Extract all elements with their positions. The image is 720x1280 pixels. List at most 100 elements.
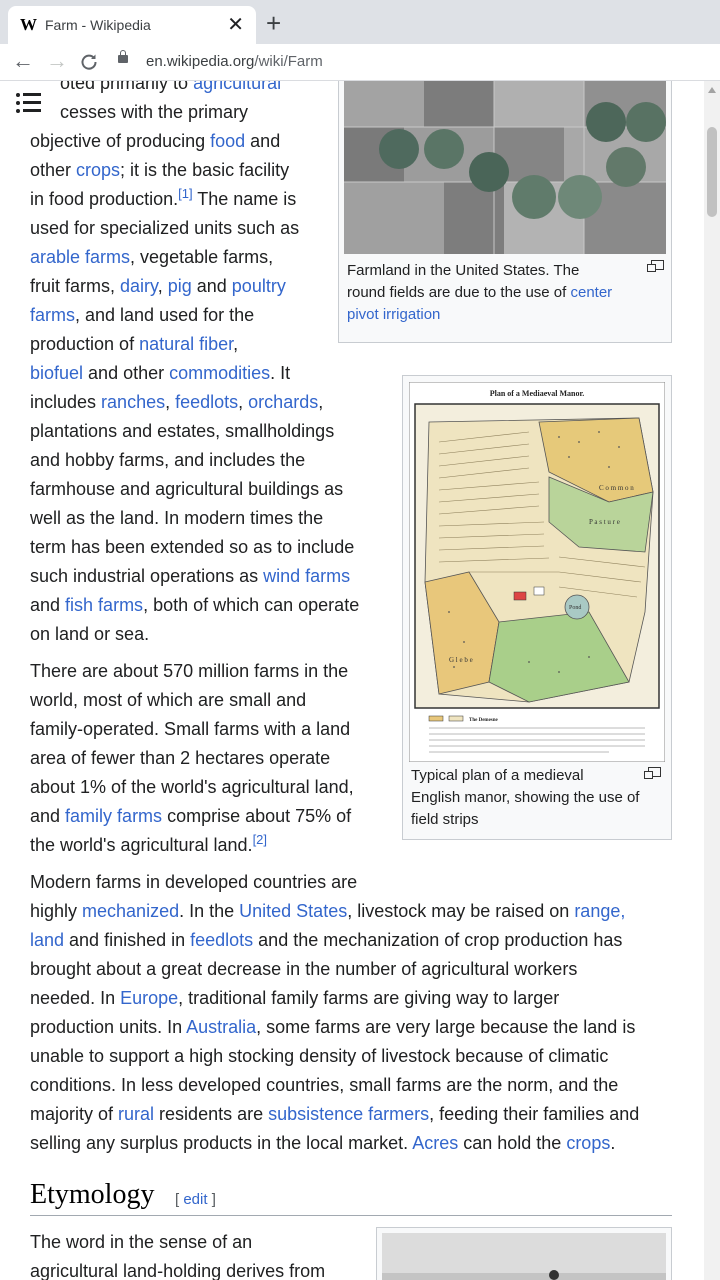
link-pig[interactable]: pig <box>168 276 192 296</box>
citation-1[interactable]: [1] <box>178 186 192 201</box>
citation-2[interactable]: [2] <box>253 832 267 847</box>
link-mechanized[interactable]: mechanized <box>82 901 179 921</box>
text-line: about 1% of the world's agricultural lan… <box>30 777 354 797</box>
link-agricultural[interactable]: agricultural <box>193 81 281 93</box>
text-line: farmhouse and agricultural buildings as <box>30 479 344 499</box>
back-icon[interactable]: ← <box>12 48 34 74</box>
text-line: agricultural land-holding derives from <box>30 1261 326 1280</box>
tab-title: Farm - Wikipedia <box>45 17 151 33</box>
text-line: includes ranches, feedlots, orchards, <box>30 392 324 412</box>
url-path: /wiki/Farm <box>254 53 323 70</box>
text-line: Modern farms in developed countries are <box>30 872 358 892</box>
manor-plan-image[interactable]: Plan of a Mediaeval Manor. C o m m o n P… <box>409 382 665 762</box>
link-center-pivot-irrigation-2[interactable]: pivot irrigation <box>347 306 440 323</box>
link-family-farms[interactable]: family farms <box>65 806 162 826</box>
page-scrollbar[interactable] <box>704 81 720 1280</box>
link-united-states[interactable]: United States <box>239 901 347 921</box>
close-tab-icon[interactable]: ✕ <box>227 12 244 37</box>
url-host: en.wikipedia.org <box>146 53 255 70</box>
text-line: production of natural fiber, <box>30 334 239 354</box>
link-dairy[interactable]: dairy <box>120 276 158 296</box>
text-line: There are about 570 million farms in the <box>30 661 349 681</box>
svg-text:Plan of a Mediaeval Manor.: Plan of a Mediaeval Manor. <box>490 389 585 398</box>
text-line: fruit farms, dairy, pig and poultry <box>30 276 286 296</box>
enlarge-icon[interactable] <box>644 767 661 779</box>
new-tab-button[interactable]: + <box>266 8 281 39</box>
scrollbar-thumb[interactable] <box>707 127 717 217</box>
link-subsistence-farmers[interactable]: subsistence farmers <box>268 1104 429 1124</box>
link-range-land-2[interactable]: land <box>30 930 64 950</box>
text-line: needed. In Europe, traditional family fa… <box>30 988 560 1008</box>
text-line: land and finished in feedlots and the me… <box>30 930 623 950</box>
text-line: the world's agricultural land.[2] <box>30 832 268 855</box>
etymology-photo-image[interactable] <box>382 1233 666 1280</box>
link-crops[interactable]: crops <box>76 160 120 180</box>
text-line: selling any surplus products in the loca… <box>30 1133 616 1153</box>
text-line: biofuel and other commodities. It <box>30 363 291 383</box>
farmland-aerial-image[interactable] <box>344 81 666 254</box>
svg-text:P a s t u r e: P a s t u r e <box>589 518 620 526</box>
edit-section-link: [ edit ] <box>175 1191 216 1208</box>
link-arable-farms[interactable]: arable farms <box>30 247 130 267</box>
text-line: area of fewer than 2 hectares operate <box>30 748 331 768</box>
link-ranches[interactable]: ranches <box>101 392 165 412</box>
tab-bar: W Farm - Wikipedia ✕ + <box>0 0 720 44</box>
forward-icon[interactable]: → <box>46 48 68 74</box>
link-rural[interactable]: rural <box>118 1104 154 1124</box>
text-line: cesses with the primary <box>60 102 249 122</box>
text-line: on land or sea. <box>30 624 150 644</box>
text-line: and hobby farms, and includes the <box>30 450 306 470</box>
text-line: objective of producing food and <box>30 131 281 151</box>
table-of-contents-icon[interactable] <box>16 91 42 115</box>
link-center-pivot-irrigation[interactable]: center <box>570 284 612 301</box>
link-poultry-farms-2[interactable]: farms <box>30 305 75 325</box>
text-line: well as the land. In modern times the <box>30 508 324 528</box>
figure-caption: Farmland in the United States. The round… <box>347 262 613 323</box>
figure-caption: Typical plan of a medieval English manor… <box>411 767 640 828</box>
link-acres[interactable]: Acres <box>412 1133 458 1153</box>
text-line: and family farms comprise about 75% of <box>30 806 352 826</box>
text-line: farms, and land used for the <box>30 305 255 325</box>
link-crops-2[interactable]: crops <box>566 1133 610 1153</box>
reload-icon[interactable] <box>80 53 98 71</box>
link-biofuel[interactable]: biofuel <box>30 363 83 383</box>
text-line: world, most of which are small and <box>30 690 307 710</box>
text-line: other crops; it is the basic facility <box>30 160 290 180</box>
link-food[interactable]: food <box>210 131 245 151</box>
link-natural-fiber[interactable]: natural fiber <box>139 334 233 354</box>
enlarge-icon[interactable] <box>647 260 664 272</box>
svg-text:C o m m o n: C o m m o n <box>599 484 634 492</box>
text-line: in food production.[1] The name is <box>30 186 297 209</box>
lock-icon[interactable] <box>118 50 128 63</box>
link-fish-farms[interactable]: fish farms <box>65 595 143 615</box>
text-line: majority of rural residents are subsiste… <box>30 1104 640 1124</box>
address-bar[interactable]: en.wikipedia.org/wiki/Farm <box>146 53 323 70</box>
link-feedlots-2[interactable]: feedlots <box>190 930 253 950</box>
browser-tab[interactable]: W Farm - Wikipedia ✕ <box>8 6 256 44</box>
link-wind-farms[interactable]: wind farms <box>263 566 350 586</box>
article-content: oted primarily to agricultural cesses wi… <box>0 81 720 1280</box>
link-commodities[interactable]: commodities <box>169 363 270 383</box>
wikipedia-favicon-icon: W <box>20 15 37 34</box>
browser-toolbar: ← → en.wikipedia.org/wiki/Farm <box>0 44 720 81</box>
text-line: The word in the sense of an <box>30 1232 253 1252</box>
figure-etymology-image <box>376 1227 672 1280</box>
text-line: conditions. In less developed countries,… <box>30 1075 619 1095</box>
text-line: used for specialized units such as <box>30 218 300 238</box>
edit-link[interactable]: edit <box>183 1191 207 1208</box>
text-line: unable to support a high stocking densit… <box>30 1046 609 1066</box>
link-poultry-farms[interactable]: poultry <box>232 276 286 296</box>
svg-text:G l e b e: G l e b e <box>449 656 473 664</box>
link-range-land[interactable]: range, <box>574 901 625 921</box>
scroll-up-icon[interactable] <box>708 87 716 93</box>
svg-text:Pond: Pond <box>569 605 581 611</box>
text-line: term has been extended so as to include <box>30 537 355 557</box>
text-line: such industrial operations as wind farms <box>30 566 351 586</box>
heading-text: Etymology <box>30 1179 155 1210</box>
text-line: production units. In Australia, some far… <box>30 1017 636 1037</box>
link-feedlots[interactable]: feedlots <box>175 392 238 412</box>
text-line: highly mechanized. In the United States,… <box>30 901 626 921</box>
link-orchards[interactable]: orchards <box>248 392 318 412</box>
link-europe[interactable]: Europe <box>120 988 178 1008</box>
link-australia[interactable]: Australia <box>186 1017 256 1037</box>
